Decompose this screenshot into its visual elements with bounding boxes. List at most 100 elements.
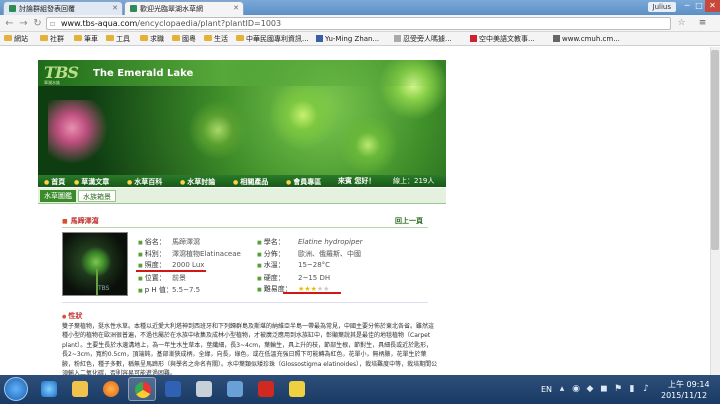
tray-arrow-icon[interactable]: ▴ bbox=[557, 384, 567, 394]
browser-tab-forum[interactable]: 討論群組發表回覆 ✕ bbox=[3, 1, 123, 15]
folder-icon bbox=[74, 35, 82, 41]
bookmark-folder[interactable]: 網站 bbox=[4, 34, 28, 44]
bookmark-favicon-icon bbox=[553, 35, 560, 42]
field-position-value: 前景 bbox=[172, 274, 186, 282]
nav-members[interactable]: 會員專區 bbox=[286, 177, 321, 187]
highlight-underline bbox=[283, 292, 341, 294]
bookmark-link[interactable]: www.cmuh.cm... bbox=[553, 34, 620, 44]
site-title: The Emerald Lake bbox=[93, 68, 194, 79]
tab-close-icon[interactable]: ✕ bbox=[233, 4, 239, 12]
welcome-text: 來賓 您好！ bbox=[338, 177, 376, 185]
tab-aquarium[interactable]: 水族箱景 bbox=[78, 190, 116, 202]
folder-icon bbox=[172, 35, 180, 41]
network-icon[interactable]: ▮ bbox=[627, 384, 637, 394]
minimize-icon[interactable]: ─ bbox=[681, 0, 693, 12]
nav-articles[interactable]: 草溝文章 bbox=[74, 177, 109, 187]
browser-tab-tbs[interactable]: 歡迎光臨翠湖水草網 ✕ bbox=[124, 1, 244, 15]
taskbar-chrome-icon[interactable] bbox=[128, 377, 156, 401]
bookmark-folder[interactable]: 社群 bbox=[40, 34, 64, 44]
profile-badge[interactable]: Julius bbox=[647, 2, 676, 12]
taskbar-explorer-icon[interactable] bbox=[66, 377, 94, 401]
divider bbox=[62, 302, 428, 303]
field-water-temp-value: 15~28°C bbox=[298, 261, 331, 269]
field-common-name: 俗名： bbox=[138, 236, 166, 248]
characteristics-heading: 性狀 bbox=[62, 311, 82, 321]
bookmark-link[interactable]: 中華民國專利資訊... bbox=[236, 34, 309, 44]
page-icon: ▫ bbox=[50, 19, 56, 28]
volume-icon[interactable]: ♪ bbox=[641, 384, 651, 394]
plant-description: 雙子葉植物，挺水性水草。本種以近愛大利塔神到西班牙和下列歸群島及斯堪的納維亞半島… bbox=[62, 323, 438, 378]
bookmark-link[interactable]: Yu-Ming Zhan... bbox=[316, 34, 379, 44]
taskbar-photo-icon[interactable] bbox=[221, 377, 249, 401]
bookmark-folder[interactable]: 工具 bbox=[106, 34, 130, 44]
site-logo-subtitle: 翠湖水族 bbox=[44, 80, 60, 85]
tab-label: 歡迎光臨翠湖水草網 bbox=[140, 5, 203, 13]
bookmark-favicon-icon bbox=[394, 35, 401, 42]
field-scientific-name-value: Elatine hydropiper bbox=[298, 238, 363, 246]
plant-image bbox=[338, 115, 398, 175]
taskbar-snip-icon[interactable] bbox=[283, 377, 311, 401]
folder-icon bbox=[106, 35, 114, 41]
address-host: www.tbs-aqua.com bbox=[61, 19, 138, 28]
bookmark-folder[interactable]: 生活 bbox=[204, 34, 228, 44]
nav-home[interactable]: 首頁 bbox=[44, 177, 65, 187]
bookmark-link[interactable]: 空中美語文教事... bbox=[470, 34, 535, 44]
field-scientific-name: 學名： bbox=[257, 236, 285, 248]
divider bbox=[62, 227, 428, 228]
favicon-icon bbox=[9, 5, 16, 12]
tray-app-icon[interactable]: ◆ bbox=[585, 384, 595, 394]
taskbar-ie-icon[interactable] bbox=[35, 377, 63, 401]
field-water-temp: 水溫： bbox=[257, 259, 285, 271]
tab-label: 討論群組發表回覆 bbox=[19, 5, 75, 13]
menu-icon[interactable]: ≡ bbox=[696, 17, 709, 30]
bookmark-link[interactable]: 忍受旁人嗎據... bbox=[394, 34, 452, 44]
nav-products[interactable]: 相關產品 bbox=[233, 177, 268, 187]
language-indicator[interactable]: EN bbox=[541, 385, 552, 394]
plant-image bbox=[188, 100, 248, 160]
photo-watermark: TBS bbox=[98, 285, 110, 292]
bookmark-star-icon[interactable]: ☆ bbox=[675, 17, 688, 30]
field-common-name-value: 馬蹄澤瀉 bbox=[172, 238, 200, 246]
folder-icon bbox=[204, 35, 212, 41]
plant-title: 馬蹄澤瀉 bbox=[62, 216, 99, 226]
taskbar-calculator-icon[interactable] bbox=[190, 377, 218, 401]
bookmark-folder[interactable]: 國粵 bbox=[172, 34, 196, 44]
reload-icon[interactable]: ↻ bbox=[31, 17, 44, 30]
scrollbar-thumb[interactable] bbox=[711, 50, 719, 250]
address-bar[interactable]: ▫ www.tbs-aqua.com/encyclopaedia/plant?p… bbox=[46, 17, 671, 30]
start-button-icon[interactable] bbox=[4, 377, 28, 401]
nav-encyclopedia[interactable]: 水草百科 bbox=[127, 177, 162, 187]
bookmark-folder[interactable]: 求職 bbox=[140, 34, 164, 44]
tab-plant-atlas[interactable]: 水草圖鑑 bbox=[40, 190, 76, 202]
tray-app-icon[interactable]: ◉ bbox=[571, 384, 581, 394]
field-ph: p H 值： bbox=[138, 284, 173, 296]
online-count: 線上：219人 bbox=[393, 177, 435, 185]
back-link[interactable]: 回上一頁 bbox=[395, 216, 423, 226]
clock-time[interactable]: 上午 09:14 bbox=[668, 379, 710, 390]
maximize-icon[interactable]: □ bbox=[693, 0, 705, 12]
address-path: /encyclopaedia/plant?plantID=1003 bbox=[137, 19, 282, 28]
flag-icon[interactable]: ⚑ bbox=[613, 384, 623, 394]
folder-icon bbox=[140, 35, 148, 41]
bookmark-favicon-icon bbox=[316, 35, 323, 42]
field-position: 位置： bbox=[138, 272, 166, 284]
plant-image bbox=[268, 80, 338, 150]
clock-date[interactable]: 2015/11/12 bbox=[661, 391, 707, 400]
bookmark-folder[interactable]: 筆車 bbox=[74, 34, 98, 44]
nav-forum[interactable]: 水草討論 bbox=[180, 177, 215, 187]
close-window-icon[interactable]: ✕ bbox=[705, 0, 720, 12]
folder-icon bbox=[236, 35, 244, 41]
plant-photo bbox=[62, 232, 128, 296]
favicon-icon bbox=[130, 5, 137, 12]
tray-app-icon[interactable]: ◼ bbox=[599, 384, 609, 394]
taskbar-word-icon[interactable] bbox=[159, 377, 187, 401]
field-ph-value: 5.5~7.5 bbox=[172, 286, 201, 294]
folder-icon bbox=[4, 35, 12, 41]
forward-arrow-icon[interactable]: → bbox=[17, 17, 30, 30]
folder-icon bbox=[40, 35, 48, 41]
taskbar-pdf-icon[interactable] bbox=[252, 377, 280, 401]
tab-close-icon[interactable]: ✕ bbox=[112, 4, 118, 12]
back-arrow-icon[interactable]: ← bbox=[3, 17, 16, 30]
bookmark-favicon-icon bbox=[470, 35, 477, 42]
taskbar-media-player-icon[interactable] bbox=[97, 377, 125, 401]
